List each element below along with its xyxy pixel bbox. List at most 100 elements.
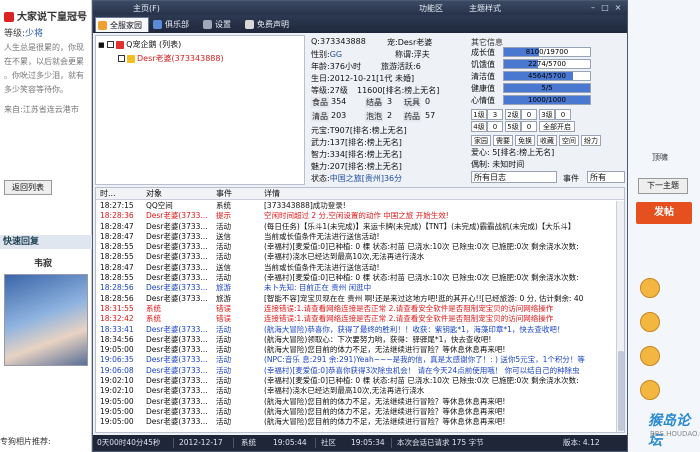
- emoji-icon[interactable]: [640, 278, 660, 298]
- log-object: Desr老婆(3733...: [146, 324, 208, 334]
- emoji-icon[interactable]: [640, 346, 660, 366]
- exchange-button[interactable]: 免换: [515, 135, 535, 146]
- log-row[interactable]: 18:33:41 Desr老婆(3733... 活动 (航海大冒险)恭喜你，获得了最终…: [96, 325, 616, 335]
- log-row[interactable]: 18:27:15 QQ空间 系统 [373343888]成功登录!: [96, 201, 616, 211]
- log-time: 19:06:35: [100, 355, 134, 365]
- log-row[interactable]: 18:28:47 Desr老婆(3733... 活动 (每日任务)【乐斗1(未完成)】…: [96, 222, 616, 232]
- return-list-button[interactable]: 返回列表: [4, 180, 52, 195]
- log-object: Desr老婆(3733...: [146, 262, 208, 272]
- log-row[interactable]: 18:34:56 Desr老婆(3733... 活动 (航海大冒险)领取心：下次要努力…: [96, 335, 616, 345]
- log-event: 活动: [216, 252, 231, 262]
- scrollbar-thumb[interactable]: [618, 351, 624, 431]
- log-object: Desr老婆(3733...: [146, 334, 208, 344]
- log-row[interactable]: 19:06:08 Desr老婆(3733... 活动 (幸福村)[麦爱值:0]恭喜你获…: [96, 366, 616, 376]
- log-event: 活动: [216, 324, 231, 334]
- log-row[interactable]: 19:06:35 Desr老婆(3733... 活动 (NPC:音乐 息:291 余:…: [96, 355, 616, 365]
- level-cell: 4级: [471, 121, 487, 132]
- log-row[interactable]: 18:28:47 Desr老婆(3733... 送信 当前或长值条件无法进行送信活动!: [96, 263, 616, 273]
- log-row[interactable]: 18:31:55 系统 错误 连接错误:1.请查看网络连接是否正常 2.请查看安全软件…: [96, 304, 616, 314]
- tree-root[interactable]: ■ Q宠企鹅 (列表): [98, 38, 302, 52]
- log-row[interactable]: 18:28:47 Desr老婆(3733... 送信 当前或长值条件无法进行送信活动!: [96, 232, 616, 242]
- emoji-icon[interactable]: [640, 380, 660, 400]
- open-all-button[interactable]: 全部开启: [539, 121, 575, 132]
- post-button[interactable]: 发帖: [636, 202, 692, 224]
- function-menu[interactable]: 功能区: [419, 3, 443, 14]
- log-row[interactable]: 19:05:00 Desr老婆(3733... 活动 (航海大冒险)您目前的体力不足，…: [96, 417, 616, 427]
- tree-pet-item[interactable]: Desr老婆(373343888): [98, 52, 302, 66]
- home-menu[interactable]: 主页(F): [133, 3, 160, 14]
- close-icon[interactable]: ×: [612, 2, 624, 13]
- col-time[interactable]: 时...: [100, 188, 116, 200]
- health-bar: 5/5: [503, 83, 591, 93]
- log-object: Desr老婆(3733...: [146, 376, 208, 386]
- pet-level: 等级:27级: [311, 86, 348, 95]
- minimize-icon[interactable]: –: [587, 2, 599, 13]
- log-filter-input[interactable]: 所有日志: [471, 171, 557, 183]
- log-detail: (幸福村)[麦爱值:0]已种植: 0 棵 状态:村苗 已浇水:10次 已除虫:0…: [264, 242, 579, 252]
- collect-button[interactable]: 收藏: [537, 135, 557, 146]
- level-cell: 0: [521, 109, 537, 120]
- quick-reply-header: 快速回复: [0, 235, 92, 249]
- stat-label: 泡泡: [365, 111, 383, 122]
- log-row[interactable]: 18:28:55 Desr老婆(3733... 活动 (幸福村)浇水已经达到最高10次…: [96, 252, 616, 262]
- log-row[interactable]: 18:28:56 Desr老婆(3733... 旅游 未卜先知: 目前正在 贵州 闲逛…: [96, 283, 616, 293]
- pet-checkbox[interactable]: [118, 55, 125, 62]
- home-button[interactable]: 家园: [471, 135, 491, 146]
- log-detail: (幸福村)[麦爱值:0]已种植: 0 棵 状态:村苗 已浇水:10次 已除虫:0…: [264, 376, 579, 386]
- maximize-icon[interactable]: □: [599, 2, 611, 13]
- col-detail[interactable]: 详情: [264, 188, 280, 200]
- log-event: 活动: [216, 386, 231, 396]
- avatar[interactable]: [4, 274, 88, 366]
- log-object: Desr老婆(3733...: [146, 406, 208, 416]
- log-scrollbar[interactable]: [616, 201, 624, 432]
- mood-bar: 1000/1000: [503, 95, 591, 105]
- log-object: Desr老婆(3733...: [146, 273, 208, 283]
- log-time: 19:05:00: [100, 417, 134, 427]
- emoji-icon[interactable]: [640, 312, 660, 332]
- col-object[interactable]: 对象: [146, 188, 162, 200]
- stat-value: 57: [425, 111, 436, 120]
- level-cell: 3级: [539, 109, 555, 120]
- log-event: 活动: [216, 221, 231, 231]
- thread-title[interactable]: 大家说下皇冠号: [4, 8, 87, 23]
- event-filter-select[interactable]: 所有: [587, 171, 625, 183]
- tab-disclaimer[interactable]: 免费声明: [243, 17, 303, 32]
- tab-club[interactable]: 俱乐部: [151, 17, 201, 32]
- log-detail: (幸福村)[麦爱值:0]恭喜你获得3次除虫机会！ 请在今天24点前使用哦！ 你可…: [264, 365, 580, 375]
- log-row[interactable]: 18:28:56 Desr老婆(3733... 旅游 [智能不容]宠宝贝现在在 贵州 …: [96, 294, 616, 304]
- log-event: 旅游: [216, 283, 231, 293]
- log-row[interactable]: 19:02:10 Desr老婆(3733... 活动 (幸福村)浇水已经达到最高10次…: [96, 386, 616, 396]
- pet-travel: 旅游活跃:6: [381, 62, 421, 71]
- pet-info-panel: Q:373343888 宠:Desr老婆 性别:GG 称谓:浮夫 年龄:376小…: [307, 35, 467, 185]
- tab-settings[interactable]: 设置: [201, 17, 241, 32]
- log-row[interactable]: 18:28:55 Desr老婆(3733... 活动 (幸福村)[麦爱值:0]已种植:…: [96, 273, 616, 283]
- power-button[interactable]: 纷力: [581, 135, 601, 146]
- log-object: Desr老婆(3733...: [146, 345, 208, 355]
- log-header: 时... 对象 事件 详情: [96, 188, 624, 200]
- root-checkbox[interactable]: [107, 41, 115, 48]
- user-name[interactable]: 韦寂: [34, 256, 52, 269]
- log-row[interactable]: 18:32:42 系统 错误 连接错误:1.请查看网络连接是否正常 2.请查看安全软件…: [96, 314, 616, 324]
- log-row[interactable]: 19:05:00 Desr老婆(3733... 活动 (航海大冒险)您目前的体力不足，…: [96, 397, 616, 407]
- log-row[interactable]: 18:28:36 Desr老婆(3733... 提示 空闲时间超过 2 分,空闲设置的…: [96, 211, 616, 221]
- log-row[interactable]: 19:05:00 Desr老婆(3733... 活动 (航海大冒险)您目前的体力不足，…: [96, 345, 616, 355]
- bar-label: 清洁值: [471, 72, 495, 81]
- col-event[interactable]: 事件: [216, 188, 232, 200]
- level-cell: 5级: [505, 121, 521, 132]
- log-object: 系统: [146, 303, 161, 313]
- need-button[interactable]: 需要: [493, 135, 513, 146]
- space-button[interactable]: 空间: [559, 135, 579, 146]
- log-row[interactable]: 19:05:00 Desr老婆(3733... 活动 (航海大冒险)您目前的体力不足，…: [96, 407, 616, 417]
- log-event: 活动: [216, 417, 231, 427]
- pet-yuanbao: 元宝:T907[排名:榜上无名]: [311, 126, 407, 135]
- log-row[interactable]: 19:02:10 Desr老婆(3733... 活动 (幸福村)[麦爱值:0]已种植:…: [96, 376, 616, 386]
- bio-line: 。你吮过多少泪，就有: [4, 71, 84, 80]
- tab-home[interactable]: 全服家园: [95, 17, 149, 32]
- theme-menu[interactable]: 主题样式: [469, 3, 501, 14]
- event-log: 时... 对象 事件 详情 18:27:15 QQ空间 系统 [373343888]成…: [95, 187, 625, 433]
- log-row[interactable]: 18:28:55 Desr老婆(3733... 活动 (幸福村)[麦爱值:0]已种植:…: [96, 242, 616, 252]
- level-cell: 0: [521, 121, 537, 132]
- next-topic-button[interactable]: 下一主题: [638, 178, 688, 194]
- log-detail: 未卜先知: 目前正在 贵州 闲逛中: [264, 283, 372, 293]
- pet-status: 状态:中国之旅[贵州]36分: [311, 174, 403, 183]
